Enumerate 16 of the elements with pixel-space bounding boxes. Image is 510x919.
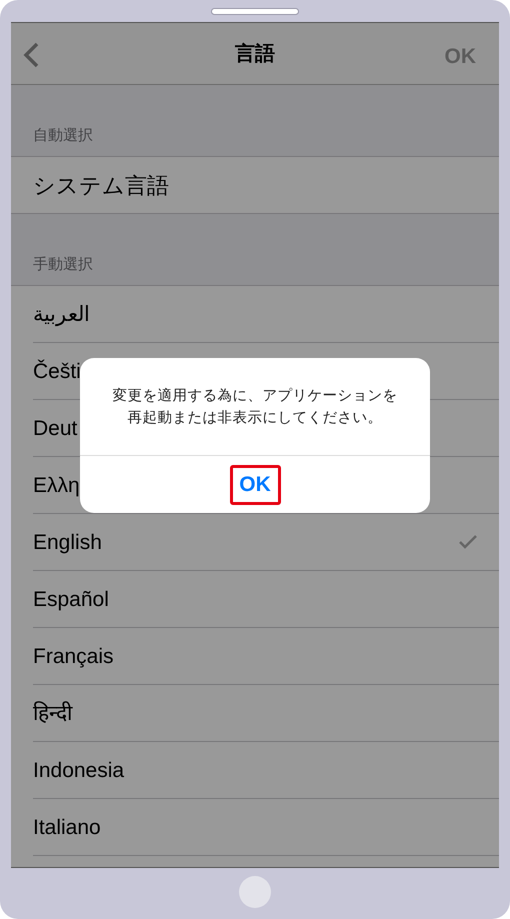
language-label: Indonesia	[33, 758, 124, 784]
language-label: Français	[33, 644, 114, 670]
section-header: 手動選択	[33, 254, 93, 274]
nav-title: 言語	[235, 42, 275, 66]
alert-message-line: 変更を適用する為に、アプリケーションを	[112, 386, 398, 406]
language-label: Deut	[33, 416, 78, 442]
language-label: Ελλη	[33, 472, 80, 499]
language-label: العربية	[33, 302, 90, 328]
language-label: Español	[33, 586, 109, 613]
alert-message-line: 再起動または非表示にしてください。	[128, 408, 382, 428]
language-label: システム言語	[33, 172, 169, 200]
language-label: English	[33, 530, 102, 556]
language-label: Češti	[33, 358, 81, 385]
language-label: Italiano	[33, 814, 101, 841]
section-header: 自動選択	[33, 126, 93, 146]
language-label: हिन्दी	[33, 700, 72, 727]
